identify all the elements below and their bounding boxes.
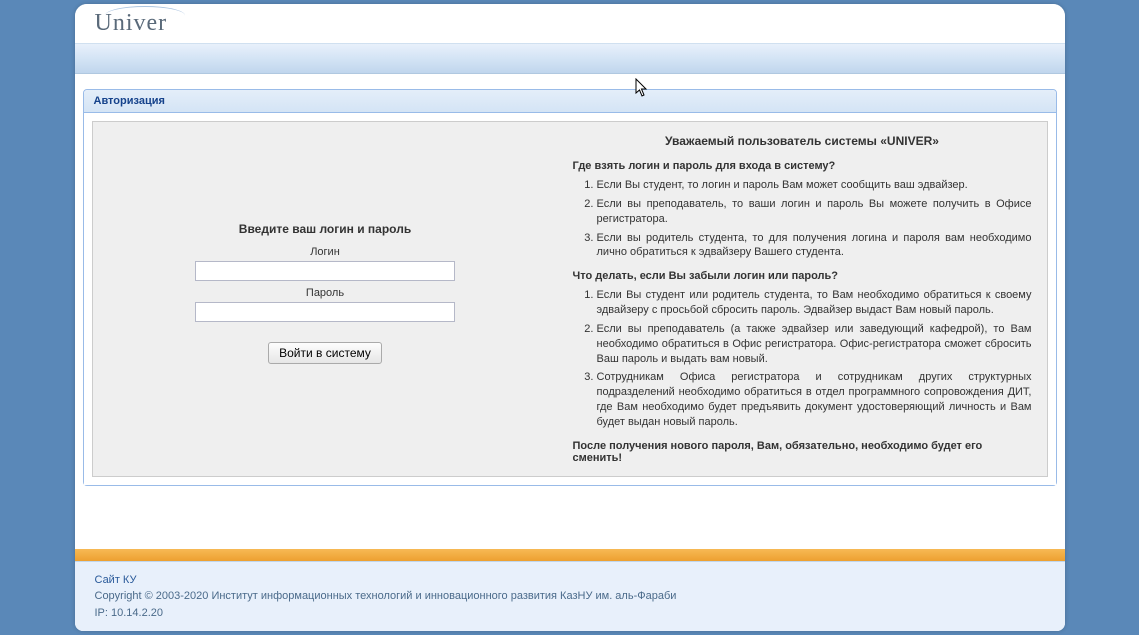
list-item: Если вы преподаватель, то ваши логин и п… xyxy=(597,197,1032,227)
login-input[interactable] xyxy=(195,261,455,281)
header: Univer xyxy=(75,4,1065,44)
site-link[interactable]: Сайт КУ xyxy=(95,574,137,586)
copyright-text: Copyright © 2003-2020 Институт информаци… xyxy=(95,590,677,602)
nav-bar xyxy=(75,44,1065,74)
password-label: Пароль xyxy=(113,287,538,299)
ip-text: IP: 10.14.2.20 xyxy=(95,607,164,619)
list-item: Если вы преподаватель (а также эдвайзер … xyxy=(597,322,1032,367)
password-input[interactable] xyxy=(195,302,455,322)
content-box: Введите ваш логин и пароль Логин Пароль … xyxy=(92,121,1048,477)
list-item: Если Вы студент или родитель студента, т… xyxy=(597,288,1032,318)
login-column: Введите ваш логин и пароль Логин Пароль … xyxy=(93,122,558,476)
info-heading: Уважаемый пользователь системы «UNIVER» xyxy=(573,134,1032,148)
panel-title: Авторизация xyxy=(84,90,1056,113)
footer: Сайт КУ Copyright © 2003-2020 Институт и… xyxy=(75,561,1065,632)
info-q2: Что делать, если Вы забыли логин или пар… xyxy=(573,270,1032,282)
gap xyxy=(75,74,1065,89)
submit-button[interactable]: Войти в систему xyxy=(268,342,382,364)
panel-body: Введите ваш логин и пароль Логин Пароль … xyxy=(84,113,1056,485)
list-item: Если Вы студент, то логин и пароль Вам м… xyxy=(597,178,1032,193)
spacer xyxy=(75,494,1065,549)
orange-divider xyxy=(75,549,1065,561)
info-final-note: После получения нового пароля, Вам, обяз… xyxy=(573,440,1032,464)
info-column: Уважаемый пользователь системы «UNIVER» … xyxy=(558,122,1047,476)
login-label: Логин xyxy=(113,246,538,258)
info-q1: Где взять логин и пароль для входа в сис… xyxy=(573,160,1032,172)
list-item: Сотрудникам Офиса регистратора и сотрудн… xyxy=(597,370,1032,429)
logo: Univer xyxy=(95,10,1045,37)
info-q1-list: Если Вы студент, то логин и пароль Вам м… xyxy=(573,178,1032,260)
list-item: Если вы родитель студента, то для получе… xyxy=(597,231,1032,261)
login-form-title: Введите ваш логин и пароль xyxy=(113,222,538,236)
main-container: Univer Авторизация Введите ваш логин и п… xyxy=(75,4,1065,631)
info-q2-list: Если Вы студент или родитель студента, т… xyxy=(573,288,1032,430)
auth-panel: Авторизация Введите ваш логин и пароль Л… xyxy=(83,89,1057,486)
